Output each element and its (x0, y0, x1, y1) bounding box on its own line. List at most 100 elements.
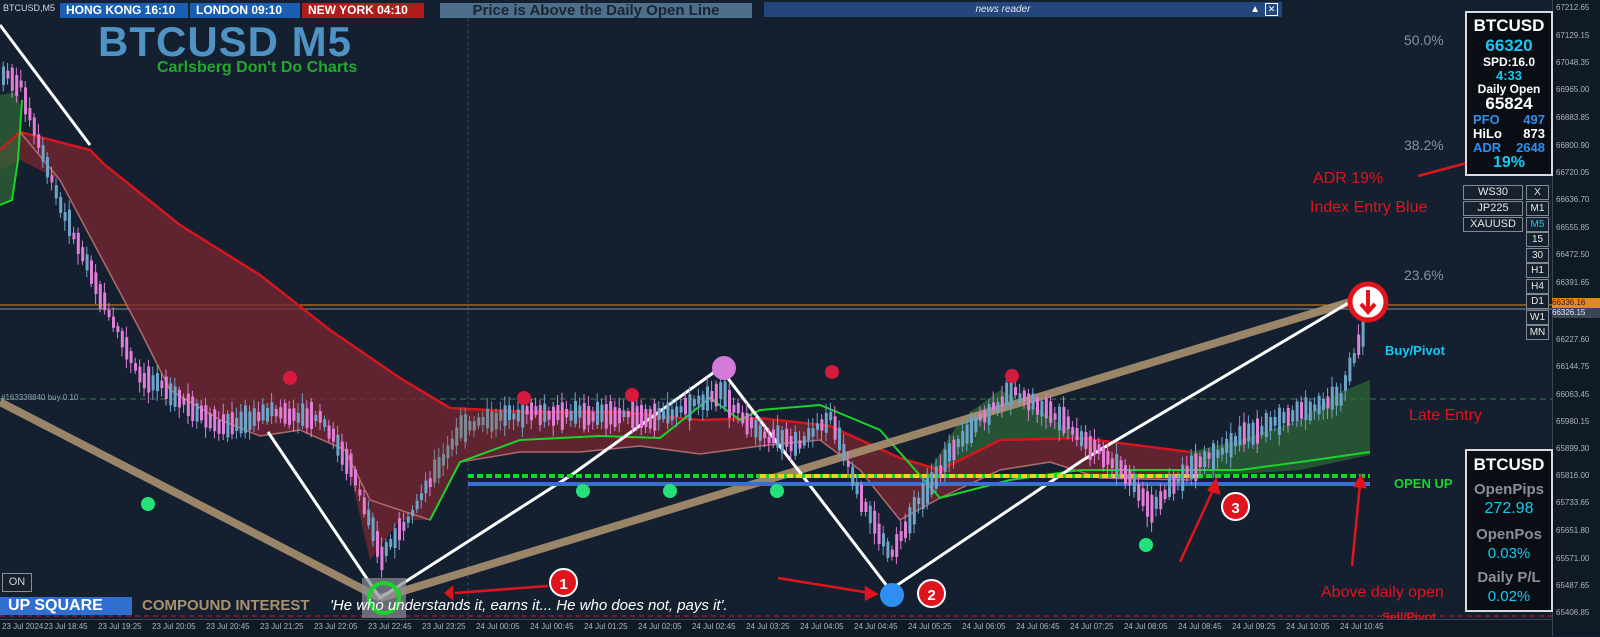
candle-body (794, 432, 797, 456)
symbol-button-jp225[interactable]: JP225 (1463, 201, 1523, 216)
info-symbol: BTCUSD (1473, 16, 1545, 35)
candle-body (459, 415, 463, 438)
candle-body (6, 70, 10, 79)
price-axis-label: 65816.00 (1556, 471, 1590, 480)
timeframe-button-m1[interactable]: M1 (1526, 201, 1549, 216)
symbol-button-ws30[interactable]: WS30 (1463, 185, 1523, 200)
candle-body (1040, 400, 1044, 417)
candle-body (714, 383, 718, 407)
order-label: #163338840 buy 0.10 (1, 393, 79, 402)
candle-body (833, 416, 837, 440)
close-icon[interactable]: ✕ (1265, 3, 1278, 16)
timeframe-button-mn[interactable]: MN (1526, 325, 1549, 340)
info-panel: BTCUSD 66320 SPD:16.0 4:33 Daily Open 65… (1465, 11, 1553, 176)
candle-body (943, 449, 947, 472)
time-axis-label: 24 Jul 06:05 (962, 622, 1006, 631)
candle-body (917, 497, 921, 505)
fractal-high-marker (1005, 369, 1019, 383)
current-bid-tag: 66326.15 (1552, 308, 1600, 318)
candle-body (864, 501, 868, 513)
candle-body (525, 405, 529, 415)
candle-body (512, 413, 516, 420)
timeframe-button-d1[interactable]: D1 (1526, 294, 1549, 309)
news-reader-title: news reader (975, 4, 1031, 15)
timeframe-button-30[interactable]: 30 (1526, 247, 1549, 263)
candle-body (107, 309, 111, 318)
candle-body (1071, 427, 1075, 435)
price-chart[interactable] (0, 0, 1600, 636)
candle-body (613, 407, 617, 427)
info-countdown: 4:33 (1495, 68, 1523, 83)
info-adr-percent: 19% (1492, 154, 1526, 171)
fractal-low-marker (663, 484, 677, 498)
collapse-icon[interactable]: ▲ (1250, 2, 1260, 17)
candle-body (1036, 397, 1039, 415)
time-axis-label: 24 Jul 08:45 (1178, 622, 1222, 631)
price-axis-label: 65899.30 (1556, 444, 1590, 453)
price-axis-label: 65733.65 (1556, 498, 1590, 507)
candle-body (490, 411, 494, 432)
candle-body (1163, 489, 1167, 500)
price-axis-label: 66965.00 (1556, 85, 1590, 94)
price-axis-label: 66883.85 (1556, 113, 1590, 122)
candle-body (1273, 417, 1277, 426)
candle-body (816, 423, 819, 430)
candle-body (1088, 436, 1092, 460)
candle-body (1014, 386, 1017, 396)
news-reader-bar[interactable]: news reader ▲ ✕ (764, 2, 1282, 17)
candle-body (323, 419, 327, 428)
candle-body (719, 382, 723, 399)
candle-body (494, 412, 498, 430)
candle-body (19, 80, 23, 88)
candle-body (508, 405, 511, 421)
timeframe-button-h1[interactable]: H1 (1526, 263, 1549, 278)
time-axis-label: 24 Jul 00:05 (476, 622, 520, 631)
candle-body (574, 400, 577, 424)
chart-window[interactable]: BTCUSD,M5 HONG KONG 16:10 LONDON 09:10 N… (0, 0, 1600, 637)
current-ask-tag: 66336.16 (1552, 298, 1600, 308)
price-axis-label: 65980.15 (1556, 417, 1590, 426)
candle-body (1093, 439, 1097, 455)
candle-body (37, 134, 41, 148)
time-axis-label: 23 Jul 20:45 (206, 622, 250, 631)
candle-body (371, 517, 375, 542)
candle-body (1049, 401, 1053, 423)
candle-body (1022, 390, 1026, 402)
candle-body (283, 403, 287, 424)
fractal-high-marker (625, 388, 639, 402)
candle-body (952, 439, 956, 460)
time-axis-label: 24 Jul 04:45 (854, 622, 898, 631)
candle-body (94, 272, 98, 294)
candle-body (200, 405, 203, 421)
on-toggle-button[interactable]: ON (2, 573, 32, 592)
info-pfo-label: PFO (1473, 112, 1500, 127)
candle-body (270, 402, 274, 416)
candle-body (468, 421, 472, 431)
candle-body (587, 406, 591, 425)
candle-body (855, 482, 859, 495)
candle-body (1326, 396, 1330, 409)
candle-body (402, 521, 406, 531)
candle-body (1322, 398, 1325, 410)
candle-body (274, 409, 278, 417)
candle-body (992, 402, 995, 410)
timeframe-button-w1[interactable]: W1 (1526, 309, 1549, 325)
timeframe-button-m5[interactable]: M5 (1526, 216, 1549, 232)
candle-body (1137, 483, 1141, 501)
candle-body (349, 453, 353, 477)
pivot-high-marker (712, 356, 736, 380)
timeframe-button-15[interactable]: 15 (1526, 232, 1549, 247)
candle-body (1119, 460, 1123, 475)
candle-body (41, 145, 45, 162)
time-axis-label: 24 Jul 02:45 (692, 622, 736, 631)
fractal-high-marker (283, 371, 297, 385)
time-axis-label: 23 Jul 22:05 (314, 622, 358, 631)
symbol-panel-close-button[interactable]: X (1526, 185, 1549, 200)
price-axis-label: 66472.50 (1556, 250, 1590, 259)
symbol-button-xauusd[interactable]: XAUUSD (1463, 217, 1523, 232)
candle-body (899, 531, 903, 542)
timeframe-button-h4[interactable]: H4 (1526, 278, 1549, 294)
candle-body (1352, 353, 1356, 363)
info-adr-label: ADR (1473, 140, 1502, 155)
candle-body (565, 408, 569, 418)
